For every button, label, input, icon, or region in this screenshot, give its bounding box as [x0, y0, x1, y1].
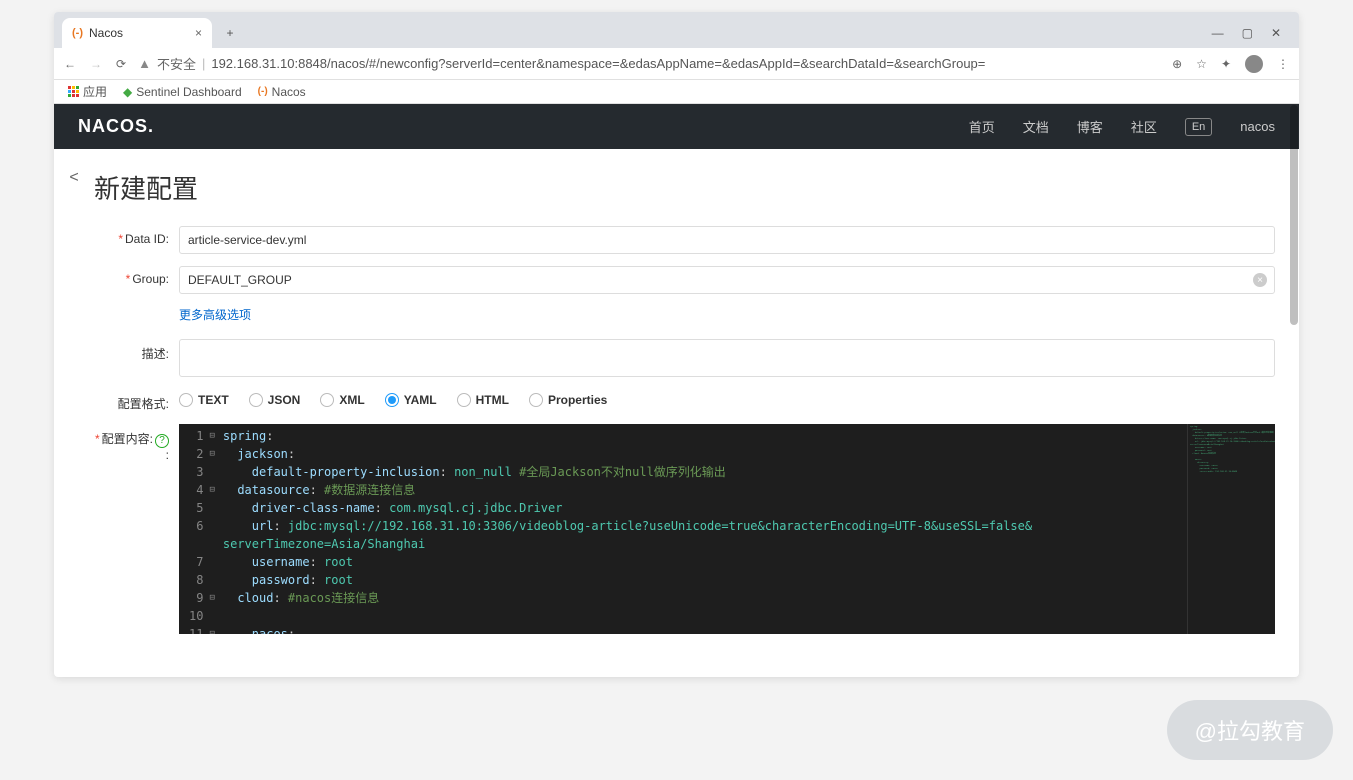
apps-grid-icon — [68, 86, 79, 97]
radio-format-html[interactable]: HTML — [457, 393, 509, 407]
page-title: 新建配置 — [94, 169, 1275, 206]
clear-icon[interactable]: × — [1253, 273, 1267, 287]
nav-home[interactable]: 首页 — [969, 117, 995, 136]
radio-format-json[interactable]: JSON — [249, 393, 301, 407]
security-warning-icon: ▲ — [138, 56, 151, 71]
bookmark-sentinel[interactable]: ◆ Sentinel Dashboard — [123, 85, 242, 99]
radio-format-text[interactable]: TEXT — [179, 393, 229, 407]
radio-icon — [529, 393, 543, 407]
nav-docs[interactable]: 文档 — [1023, 117, 1049, 136]
sentinel-icon: ◆ — [123, 85, 132, 99]
nav-reload-icon[interactable]: ⟳ — [116, 57, 126, 71]
radio-icon — [249, 393, 263, 407]
label-content: *配置内容:? : — [94, 424, 179, 462]
profile-icon[interactable] — [1245, 55, 1263, 73]
help-icon[interactable]: ? — [155, 434, 169, 448]
nacos-logo[interactable]: NACOS. — [78, 116, 154, 137]
bookmark-nacos[interactable]: (-) Nacos — [258, 85, 306, 99]
code-editor[interactable]: 123456 789101112131415 ⊟⊟ ⊟ ⊟ ⊟⊟ spring:… — [179, 424, 1275, 634]
address-bar: ← → ⟳ ▲ 不安全 | 192.168.31.10:8848/nacos/#… — [54, 48, 1299, 80]
window-minimize-icon[interactable]: — — [1212, 26, 1224, 40]
scrollbar-thumb[interactable] — [1290, 105, 1298, 325]
sidebar-collapse-button[interactable]: < — [54, 149, 94, 677]
nacos-icon: (-) — [258, 86, 268, 97]
nav-community[interactable]: 社区 — [1131, 117, 1157, 136]
radio-icon — [179, 393, 193, 407]
lang-toggle[interactable]: En — [1185, 118, 1212, 136]
nav-user[interactable]: nacos — [1240, 119, 1275, 134]
nav-blog[interactable]: 博客 — [1077, 117, 1103, 136]
url-field[interactable]: ▲ 不安全 | 192.168.31.10:8848/nacos/#/newco… — [138, 54, 1160, 73]
label-data-id: *Data ID: — [94, 226, 179, 246]
tab-close-icon[interactable]: × — [195, 26, 202, 40]
editor-minimap[interactable]: spring: jackson: default-property-inclus… — [1187, 424, 1275, 634]
label-group: *Group: — [94, 266, 179, 286]
url-text: 192.168.31.10:8848/nacos/#/newconfig?ser… — [211, 56, 985, 71]
label-description: 描述: — [94, 339, 179, 362]
radio-format-xml[interactable]: XML — [320, 393, 364, 407]
input-group[interactable] — [179, 266, 1275, 294]
security-label: 不安全 — [157, 54, 196, 73]
nav-forward-icon[interactable]: → — [90, 57, 102, 71]
input-data-id[interactable] — [179, 226, 1275, 254]
app-header: NACOS. 首页 文档 博客 社区 En nacos — [54, 104, 1299, 149]
extensions-icon[interactable]: ✦ — [1221, 57, 1231, 71]
tab-title: Nacos — [89, 26, 123, 40]
tab-favicon: (-) — [72, 27, 83, 39]
bookmark-apps[interactable]: 应用 — [68, 83, 107, 100]
browser-tab[interactable]: (-) Nacos × — [62, 18, 212, 48]
nav-back-icon[interactable]: ← — [64, 57, 76, 71]
window-maximize-icon[interactable]: ▢ — [1242, 26, 1253, 40]
bookmarks-bar: 应用 ◆ Sentinel Dashboard (-) Nacos — [54, 80, 1299, 104]
radio-icon — [385, 393, 399, 407]
watermark: @拉勾教育 — [1167, 700, 1333, 760]
window-close-icon[interactable]: ✕ — [1271, 26, 1281, 40]
radio-icon — [320, 393, 334, 407]
zoom-icon[interactable]: ⊕ — [1172, 57, 1182, 71]
label-format: 配置格式: — [94, 389, 179, 412]
bookmark-star-icon[interactable]: ☆ — [1196, 57, 1207, 71]
new-tab-button[interactable]: + — [218, 21, 242, 45]
radio-format-properties[interactable]: Properties — [529, 393, 607, 407]
menu-icon[interactable]: ⋮ — [1277, 57, 1289, 71]
more-options-link[interactable]: 更多高级选项 — [179, 308, 251, 322]
radio-icon — [457, 393, 471, 407]
browser-tab-strip: (-) Nacos × + — ▢ ✕ — [54, 12, 1299, 48]
input-description[interactable] — [179, 339, 1275, 377]
radio-format-yaml[interactable]: YAML — [385, 393, 437, 407]
